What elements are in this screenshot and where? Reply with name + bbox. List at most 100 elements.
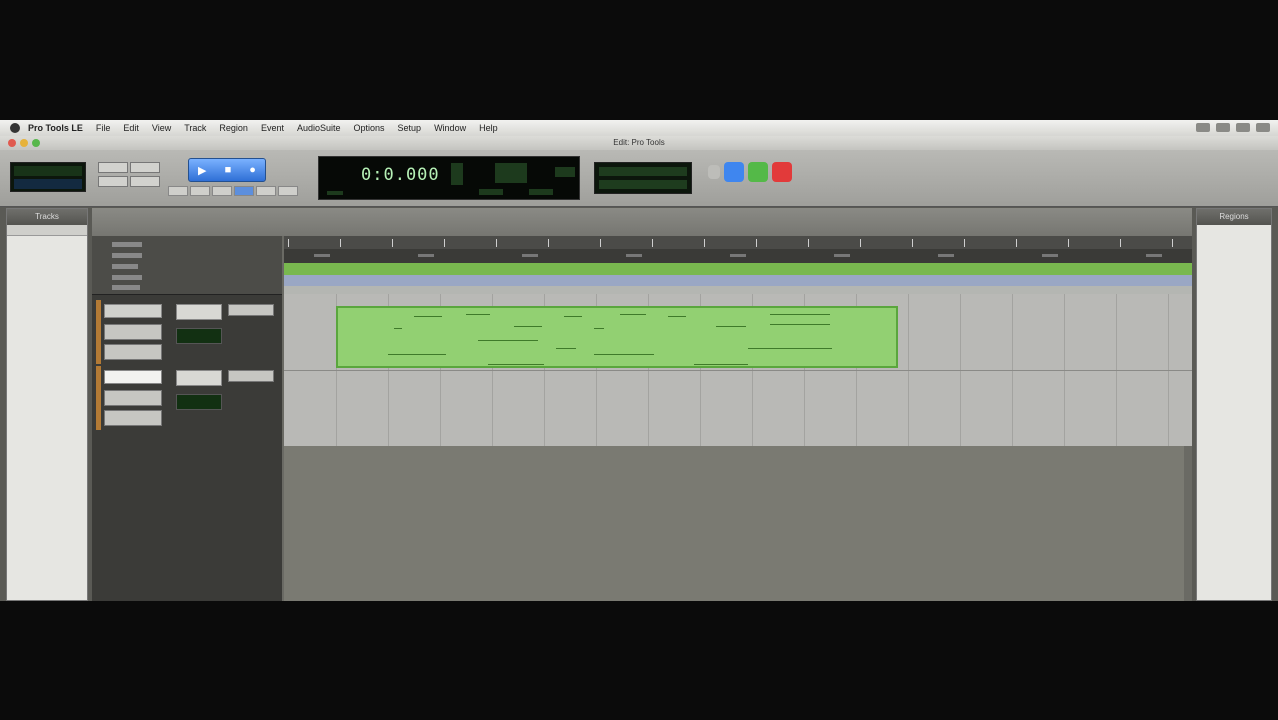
ruler-tick <box>756 239 757 247</box>
menu-window[interactable]: Window <box>434 123 466 133</box>
markers-ruler[interactable] <box>284 286 1192 294</box>
main-counter-value: 0:0.000 <box>361 165 440 185</box>
menu-setup[interactable]: Setup <box>398 123 422 133</box>
ruler-tick-minor <box>418 254 434 257</box>
battery-icon[interactable] <box>1236 123 1250 132</box>
grid-nudge-display[interactable] <box>10 162 86 192</box>
grid-button[interactable] <box>130 176 160 187</box>
region-list-header: Regions <box>1197 209 1271 225</box>
menu-edit[interactable]: Edit <box>123 123 139 133</box>
menu-options[interactable]: Options <box>354 123 385 133</box>
link-icon[interactable] <box>724 162 744 182</box>
track-io[interactable] <box>176 370 222 386</box>
volume-icon[interactable] <box>1216 123 1230 132</box>
apple-icon[interactable] <box>10 123 20 133</box>
ruler-tick-minor <box>314 254 330 257</box>
shuffle-button[interactable] <box>98 162 128 173</box>
menu-track[interactable]: Track <box>184 123 206 133</box>
edit-window <box>92 208 1192 601</box>
region-list-panel[interactable]: Regions <box>1196 208 1272 601</box>
track-headers <box>92 236 282 601</box>
close-icon[interactable] <box>8 139 16 147</box>
track-volume[interactable] <box>176 394 222 410</box>
pencil-tool-button[interactable] <box>256 186 276 196</box>
track-io[interactable] <box>176 304 222 320</box>
edit-mode-buttons <box>98 160 160 196</box>
track-controls[interactable] <box>104 390 162 406</box>
menu-event[interactable]: Event <box>261 123 284 133</box>
track-name[interactable] <box>104 370 162 384</box>
zoom-tool-button[interactable] <box>168 186 188 196</box>
ruler-tick <box>392 239 393 247</box>
track-list-header: Tracks <box>7 209 87 225</box>
ruler-tick <box>704 239 705 247</box>
minimize-icon[interactable] <box>20 139 28 147</box>
smart-tool-button[interactable] <box>278 186 298 196</box>
status-icons <box>1196 123 1270 132</box>
ruler-tick <box>548 239 549 247</box>
window-title: Edit: Pro Tools <box>613 138 665 147</box>
slip-button[interactable] <box>130 162 160 173</box>
track-list-panel[interactable]: Tracks <box>6 208 88 601</box>
menu-bar: Pro Tools LE File Edit View Track Region… <box>0 120 1278 136</box>
stop-icon[interactable]: ■ <box>225 164 232 176</box>
mirror-icon[interactable] <box>772 162 792 182</box>
spot-button[interactable] <box>98 176 128 187</box>
ruler-tick <box>444 239 445 247</box>
ruler-tick-minor <box>730 254 746 257</box>
bars-beats-ruler[interactable] <box>284 236 1192 249</box>
track-view-selector[interactable] <box>104 410 162 426</box>
edit-window-top-bar <box>92 208 1192 236</box>
tempo-ruler[interactable] <box>284 263 1192 275</box>
menu-view[interactable]: View <box>152 123 171 133</box>
selector-tool-button[interactable] <box>212 186 232 196</box>
record-icon[interactable]: ● <box>249 164 256 176</box>
empty-edit-area[interactable] <box>284 446 1184 601</box>
trim-tool-button[interactable] <box>190 186 210 196</box>
toolbar-icons <box>708 162 792 182</box>
track-controls[interactable] <box>104 324 162 340</box>
selection-display[interactable] <box>594 162 692 194</box>
ruler-tick <box>288 239 289 247</box>
ruler-tick <box>340 239 341 247</box>
timeline-rulers[interactable] <box>284 236 1192 294</box>
track-name[interactable] <box>104 304 162 318</box>
ruler-tick-minor <box>1146 254 1162 257</box>
menu-audiosuite[interactable]: AudioSuite <box>297 123 341 133</box>
ruler-tick <box>1172 239 1173 247</box>
grid-icon[interactable] <box>708 165 720 179</box>
midi-region[interactable] <box>336 306 898 368</box>
meter-ruler[interactable] <box>284 275 1192 286</box>
menu-app[interactable]: Pro Tools LE <box>28 123 83 133</box>
ruler-tick <box>600 239 601 247</box>
zoom-icon[interactable] <box>32 139 40 147</box>
clock-icon[interactable] <box>1256 123 1270 132</box>
tab-icon[interactable] <box>748 162 768 182</box>
main-counter[interactable]: 0:0.000 <box>318 156 580 200</box>
grabber-tool-button[interactable] <box>234 186 254 196</box>
window-titlebar: Edit: Pro Tools <box>0 136 1278 150</box>
ruler-tick-minor <box>522 254 538 257</box>
window-controls <box>8 139 40 147</box>
ruler-tick-minor <box>938 254 954 257</box>
ruler-tick <box>964 239 965 247</box>
ruler-tick <box>496 239 497 247</box>
ruler-tick <box>860 239 861 247</box>
edit-tools <box>168 184 308 198</box>
bluetooth-icon[interactable] <box>1196 123 1210 132</box>
track-send[interactable] <box>228 304 274 316</box>
ruler-tick <box>912 239 913 247</box>
play-icon[interactable]: ▶ <box>198 164 206 177</box>
track-send[interactable] <box>228 370 274 382</box>
ruler-labels <box>92 236 282 295</box>
menu-help[interactable]: Help <box>479 123 498 133</box>
track-volume[interactable] <box>176 328 222 344</box>
ruler-tick <box>1016 239 1017 247</box>
track-header[interactable] <box>92 300 282 364</box>
menu-region[interactable]: Region <box>219 123 248 133</box>
track-playlist-area[interactable] <box>284 294 1192 446</box>
track-view-selector[interactable] <box>104 344 162 360</box>
menu-file[interactable]: File <box>96 123 111 133</box>
ruler-tick-minor <box>834 254 850 257</box>
track-header[interactable] <box>92 366 282 430</box>
